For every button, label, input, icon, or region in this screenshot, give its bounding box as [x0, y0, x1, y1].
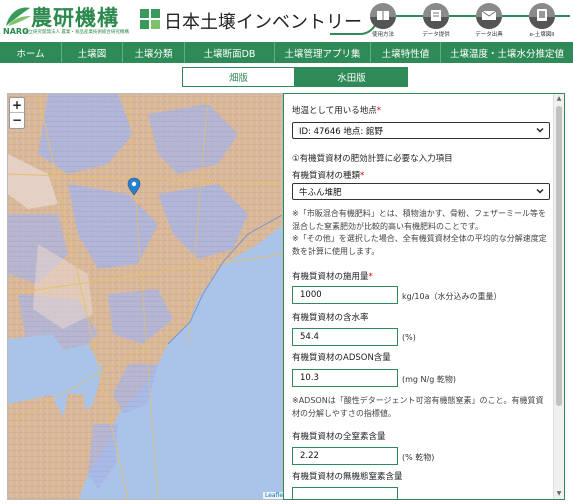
zoom-in-button[interactable]: + — [10, 98, 24, 113]
input-form-panel: 地温として用いる地点* ID: 47646 地点: 館野 ①有機質資材の肥効計算… — [283, 93, 565, 500]
total-nitrogen-input[interactable]: 2.22 — [292, 447, 398, 465]
tab-paddy[interactable]: 水田版 — [295, 67, 408, 87]
site-header: 農研機構 NARO 国立研究開発法人 農業・食品産業技術総合研究機構 日本土壌イ… — [0, 0, 573, 40]
moisture-label: 有機質資材の含水率 — [292, 313, 369, 323]
chevron-down-icon — [536, 188, 544, 194]
naro-logo-text[interactable]: 農研機構 — [31, 2, 119, 32]
nav-home[interactable]: ホーム — [0, 42, 62, 63]
soil-map[interactable] — [7, 93, 283, 500]
material-type-select[interactable]: 牛ふん堆肥 — [292, 183, 550, 200]
main-nav: ホーム 土壌図 土壌分類 土壌断面DB 土壌管理アプリ集 土壌特性値 土壌温度・… — [0, 42, 573, 63]
usage-link[interactable]: 使用方法 — [357, 3, 409, 38]
form-scrollbar[interactable]: ▲ ▼ — [553, 94, 564, 499]
map-zoom-control: + − — [9, 97, 25, 129]
moisture-input[interactable]: 54.4 — [292, 328, 398, 346]
section-title: ①有機質資材の肥効計算に必要な入力項目 — [292, 154, 453, 164]
tab-upland[interactable]: 畑版 — [182, 67, 295, 87]
adson-input[interactable]: 10.3 — [292, 369, 398, 387]
total-nitrogen-unit: (% 乾物) — [402, 453, 435, 462]
chevron-down-icon — [536, 127, 544, 133]
scrollbar-thumb[interactable] — [556, 106, 562, 406]
version-tabs: 畑版 水田版 — [182, 67, 408, 87]
nav-soil-map[interactable]: 土壌図 — [62, 42, 123, 63]
total-nitrogen-label: 有機質資材の全窒素含量 — [292, 432, 386, 442]
amount-input[interactable]: 1000 — [292, 286, 398, 304]
zoom-out-button[interactable]: − — [10, 113, 24, 128]
e-soilmap-link[interactable]: e-土壌図II — [516, 3, 568, 38]
adson-note: ※ADSONは「酸性デタージェント可溶有機態窒素」のこと。有機質資材の分解しやす… — [292, 396, 544, 418]
source-icon — [476, 3, 502, 29]
nav-soil-classification[interactable]: 土壌分類 — [123, 42, 185, 63]
nav-soil-temp-moisture[interactable]: 土壌温度・土壌水分推定値 — [441, 42, 573, 63]
naro-logo-icon — [6, 7, 31, 26]
soilmap-icon — [529, 3, 555, 29]
scroll-up-icon[interactable]: ▲ — [554, 94, 564, 104]
map-tiles — [8, 94, 282, 499]
location-select[interactable]: ID: 47646 地点: 館野 — [292, 122, 550, 139]
data-provision-link[interactable]: データ提供 — [410, 3, 462, 38]
grid-logo-icon — [140, 9, 160, 29]
location-label: 地温として用いる地点* — [292, 106, 381, 116]
data-icon — [423, 3, 449, 29]
inorganic-nitrogen-input[interactable] — [292, 487, 398, 499]
scroll-down-icon[interactable]: ▼ — [554, 489, 564, 499]
nav-soil-properties[interactable]: 土壌特性値 — [371, 42, 441, 63]
naro-subtitle: 国立研究開発法人 農業・食品産業技術総合研究機構 — [24, 30, 129, 35]
nav-soil-management-apps[interactable]: 土壌管理アプリ集 — [275, 42, 371, 63]
adson-label: 有機質資材のADSON含量 — [292, 353, 391, 363]
amount-unit: kg/10a（水分込みの重量） — [402, 292, 502, 301]
moisture-unit: (%) — [402, 333, 416, 342]
nav-soil-profile-db[interactable]: 土壌断面DB — [185, 42, 275, 63]
amount-label: 有機質資材の施用量* — [292, 272, 373, 282]
inorganic-nitrogen-label: 有機質資材の無機態窒素含量 — [292, 472, 403, 482]
material-note-1: ※「市販混合有機肥料」とは、積物油かす、骨粉、フェザーミール等を混合した窒素肥効… — [292, 209, 547, 231]
book-icon — [370, 3, 396, 29]
data-source-link[interactable]: データ出典 — [463, 3, 515, 38]
material-note-2: ※「その他」を選択した場合、全有機質資材全体の平均的な分解速度定数を計算に使用し… — [292, 234, 547, 256]
material-type-label: 有機質資材の種類* — [292, 171, 365, 181]
adson-unit: (mg N/g 乾物) — [402, 375, 456, 384]
